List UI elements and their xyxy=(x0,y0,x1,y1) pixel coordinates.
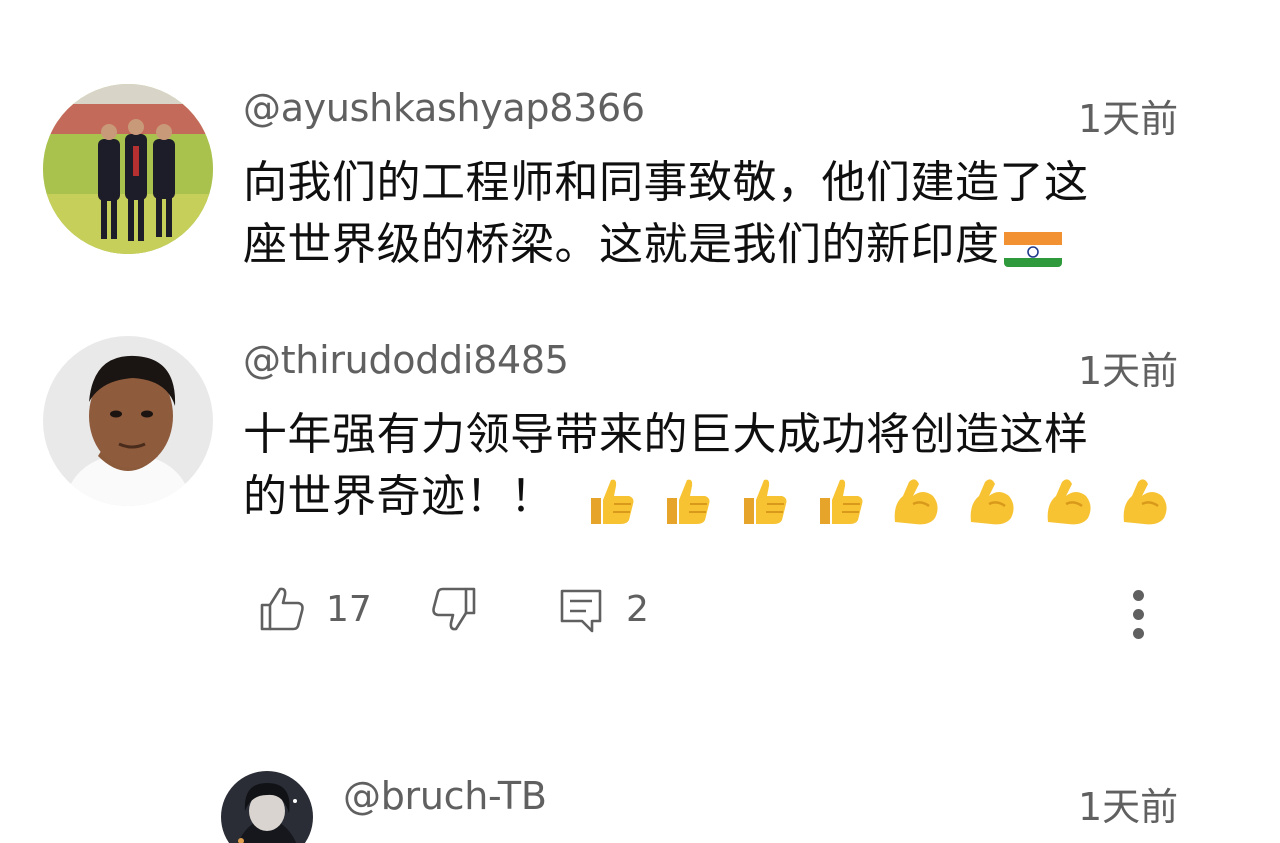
comment-timestamp: 1天前 xyxy=(1078,349,1179,393)
comment-author-handle[interactable]: @ayushkashyap8366 xyxy=(243,86,645,130)
thumbs-up-emoji-icon xyxy=(812,474,866,528)
emoji-run xyxy=(583,468,1181,530)
more-vertical-icon xyxy=(1120,590,1156,639)
thumbs-down-outline-icon xyxy=(432,587,476,631)
comment-timestamp: 1天前 xyxy=(1078,785,1179,829)
comment-text-segment: 座世界级的桥梁。这就是我们的新印度 xyxy=(243,219,1000,270)
thumbs-up-emoji-icon xyxy=(736,474,790,528)
thumbs-up-emoji-icon xyxy=(659,474,713,528)
comment-text-line: 向我们的工程师和同事致敬，他们建造了这 xyxy=(243,157,1089,208)
flexed-biceps-emoji-icon xyxy=(1118,474,1172,528)
comment-text-line: 的世界奇迹！！ xyxy=(243,466,1180,530)
flexed-biceps-emoji-icon xyxy=(1042,474,1096,528)
avatar[interactable] xyxy=(43,336,213,506)
india-flag-icon xyxy=(1003,227,1062,267)
comment-text-segment: 的世界奇迹！！ xyxy=(243,471,555,522)
dislike-button[interactable] xyxy=(430,585,478,633)
thumbs-up-emoji-icon xyxy=(583,474,637,528)
thumbs-up-outline-icon xyxy=(260,587,304,631)
comment-timestamp: 1天前 xyxy=(1078,97,1179,141)
avatar[interactable] xyxy=(221,771,313,843)
comment-text-line: 座世界级的桥梁。这就是我们的新印度 xyxy=(243,214,1089,276)
comment-author-handle[interactable]: @bruch-TB xyxy=(343,774,547,818)
reply-comment-icon xyxy=(560,589,602,633)
comment-author-handle[interactable]: @thirudoddi8485 xyxy=(243,338,569,382)
comment-text: 向我们的工程师和同事致敬，他们建造了这 座世界级的桥梁。这就是我们的新印度 xyxy=(243,152,1089,276)
more-options-button[interactable] xyxy=(1120,584,1156,646)
like-count: 17 xyxy=(326,588,372,630)
comment-text: 十年强有力领导带来的巨大成功将创造这样 的世界奇迹！！ xyxy=(243,404,1180,530)
flexed-biceps-emoji-icon xyxy=(889,474,943,528)
comment-text-line: 十年强有力领导带来的巨大成功将创造这样 xyxy=(243,409,1089,460)
flexed-biceps-emoji-icon xyxy=(965,474,1019,528)
like-button[interactable]: 17 xyxy=(258,585,372,633)
reply-button[interactable]: 2 xyxy=(558,585,649,633)
avatar[interactable] xyxy=(43,84,213,254)
reply-count: 2 xyxy=(626,588,649,630)
